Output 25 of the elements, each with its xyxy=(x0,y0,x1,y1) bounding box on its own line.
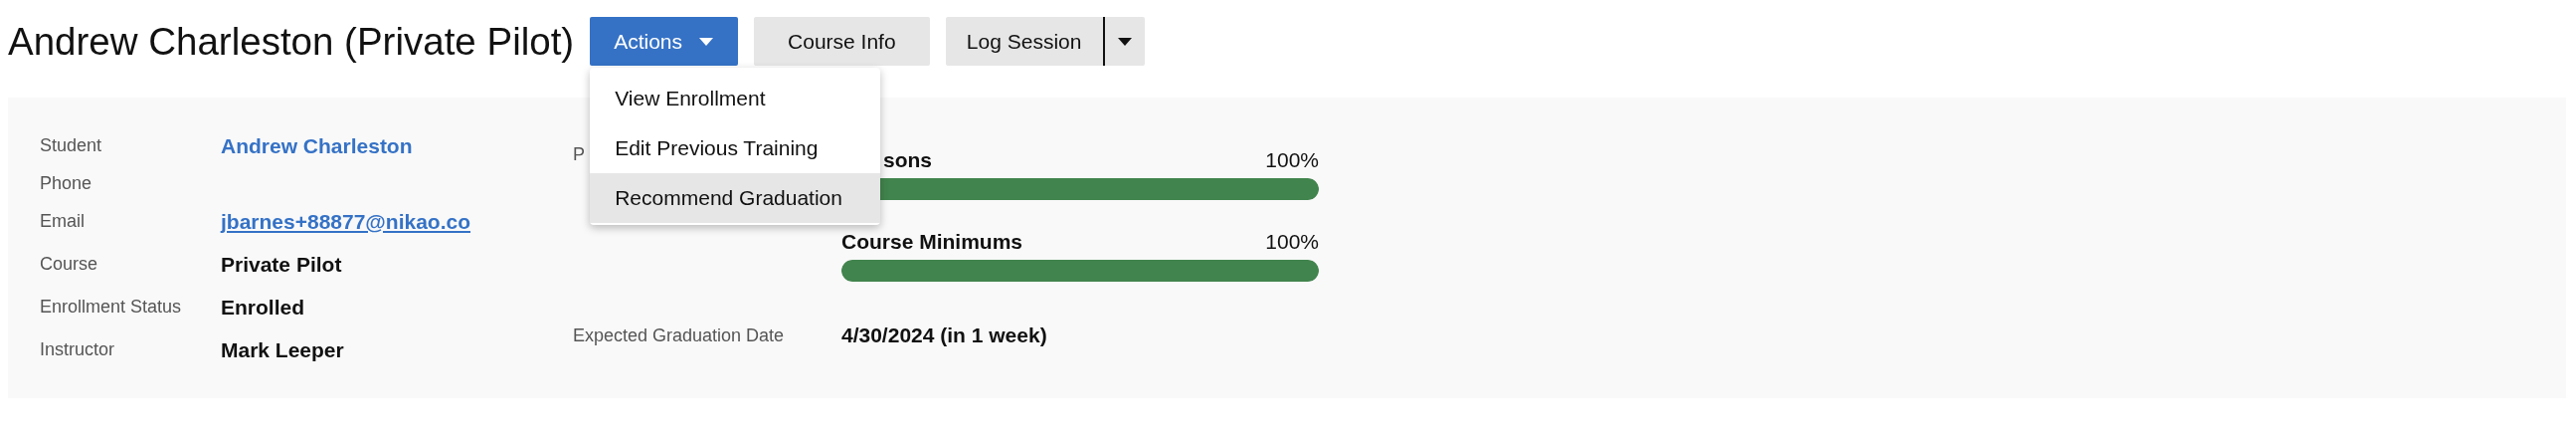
course-info-button[interactable]: Course Info xyxy=(754,17,930,66)
field-label: Enrollment Status xyxy=(40,297,183,318)
field-label: Instructor xyxy=(40,339,116,360)
field-label: Course xyxy=(40,254,99,275)
field-label: Expected Graduation Date xyxy=(573,324,786,346)
field-value: Mark Leeper xyxy=(221,337,344,362)
actions-button[interactable]: Actions xyxy=(590,17,739,66)
field-value: Private Pilot xyxy=(221,252,342,277)
student-link[interactable]: Andrew Charleston xyxy=(221,133,413,158)
progress-percent: 100% xyxy=(1265,148,1319,172)
progress-percent: 100% xyxy=(1265,230,1319,254)
log-session-button[interactable]: Log Session xyxy=(945,17,1105,66)
menu-item[interactable]: Edit Previous Training xyxy=(590,123,881,173)
field-value: Enrolled xyxy=(221,295,304,320)
menu-item[interactable]: View Enrollment xyxy=(590,74,881,123)
progress-label: P xyxy=(573,144,585,164)
page-title: Andrew Charleston (Private Pilot) xyxy=(8,19,575,64)
menu-item[interactable]: Recommend Graduation xyxy=(590,173,881,223)
field-label: Email xyxy=(40,211,86,232)
progress-name: sons xyxy=(882,148,932,172)
progress-name: Course Minimums xyxy=(841,230,1023,254)
field-value: 4/30/2024 (in 1 week) xyxy=(841,323,1047,347)
field-label: Phone xyxy=(40,173,93,194)
field-label: Student xyxy=(40,135,103,156)
email-link[interactable]: jbarnes+88877@nikao.co xyxy=(221,209,471,234)
